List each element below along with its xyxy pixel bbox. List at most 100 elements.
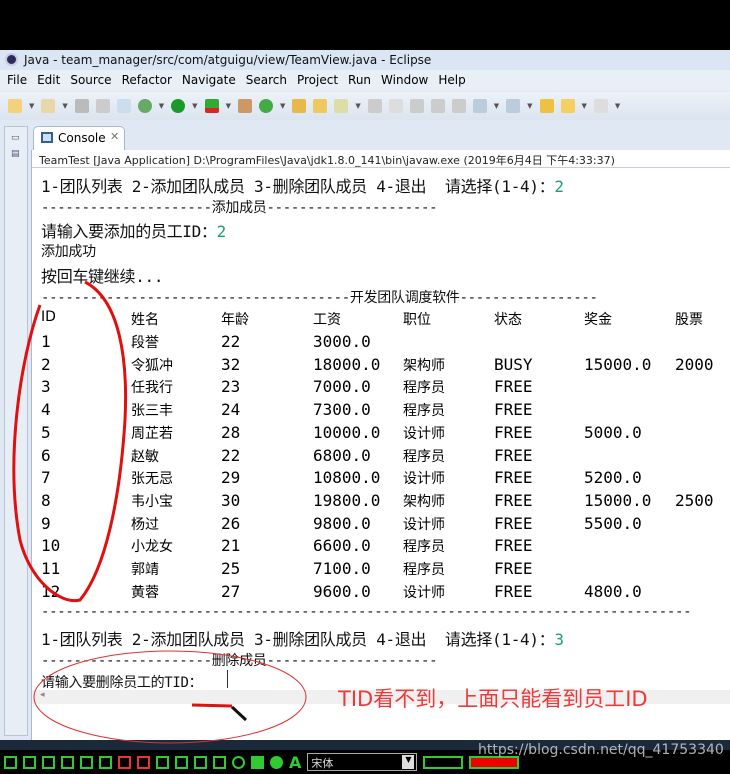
run-icon[interactable] xyxy=(171,99,186,113)
dropdown-icon[interactable]: ▼ xyxy=(615,102,620,110)
cell-bonus: 15000.0 xyxy=(584,490,652,510)
text-tool-icon[interactable]: A xyxy=(289,753,301,772)
cell-name: 小龙女 xyxy=(131,539,173,556)
menu-edit[interactable]: Edit xyxy=(37,73,60,91)
menu-run[interactable]: Run xyxy=(348,73,371,91)
save-all-icon[interactable] xyxy=(95,99,110,113)
menu-refactor[interactable]: Refactor xyxy=(122,73,172,91)
delete-divider: ---------------------删除成员---------------… xyxy=(41,653,438,669)
new-class-icon[interactable] xyxy=(237,99,252,113)
last-edit-icon[interactable] xyxy=(539,99,554,113)
menu-source[interactable]: Source xyxy=(70,73,111,91)
cell-status: FREE xyxy=(494,490,533,510)
whiteboard-icon[interactable] xyxy=(23,755,36,769)
open-type-icon[interactable] xyxy=(292,99,307,113)
menu-navigate[interactable]: Navigate xyxy=(182,73,236,91)
cell-position: 程序员 xyxy=(403,380,445,397)
menu-prompt-line-2: 1-团队列表 2-添加团队成员 3-删除团队成员 4-退出 请选择(1-4)：3 xyxy=(41,626,564,650)
dropdown-icon[interactable]: ▼ xyxy=(62,102,67,110)
dropdown-icon[interactable]: ▼ xyxy=(29,102,34,110)
add-divider: ---------------------添加成员---------------… xyxy=(41,200,438,216)
menu-project[interactable]: Project xyxy=(297,73,338,91)
pen-icon[interactable] xyxy=(137,755,150,769)
col-name: 姓名 xyxy=(131,312,159,328)
new-package-icon[interactable] xyxy=(41,99,56,113)
tab-label: Console xyxy=(58,131,106,145)
menu-help[interactable]: Help xyxy=(438,73,465,91)
close-icon[interactable] xyxy=(61,755,74,769)
skip-breakpoints-icon[interactable] xyxy=(116,99,131,113)
dropdown-icon[interactable]: ▼ xyxy=(226,102,231,110)
dropdown-icon[interactable]: ▼ xyxy=(582,102,587,110)
dropdown-icon[interactable]: ▼ xyxy=(527,102,532,110)
cell-age: 25 xyxy=(221,559,241,578)
cell-name: 段誉 xyxy=(131,335,159,351)
console-output[interactable]: TeamTest [Java Application] D:\ProgramFi… xyxy=(31,150,730,740)
toggle-icon[interactable] xyxy=(409,99,424,113)
rectangle-icon[interactable] xyxy=(213,755,226,769)
forward-icon[interactable] xyxy=(593,99,608,113)
restore-icon[interactable]: ▭ xyxy=(11,133,27,143)
fill-icon[interactable] xyxy=(156,755,169,769)
eclipse-logo-icon xyxy=(5,53,18,66)
dropdown-icon[interactable]: ▼ xyxy=(280,102,285,110)
save-icon[interactable] xyxy=(74,99,89,113)
dropdown-icon[interactable]: ▼ xyxy=(192,102,197,110)
menu-bar: File Edit Source Refactor Navigate Searc… xyxy=(0,70,730,91)
save-icon[interactable] xyxy=(80,755,93,769)
debug-icon[interactable] xyxy=(137,99,152,113)
whitespace-icon[interactable] xyxy=(451,99,466,113)
cell-status: FREE xyxy=(494,445,533,465)
cell-salary: 9600.0 xyxy=(313,581,371,601)
col-age: 年龄 xyxy=(221,312,249,328)
line-icon[interactable] xyxy=(175,755,188,769)
cell-name: 郭靖 xyxy=(131,562,159,578)
new-java-class-icon[interactable] xyxy=(258,99,273,113)
cell-id: 8 xyxy=(41,490,51,510)
menu-window[interactable]: Window xyxy=(381,73,428,91)
arrow-icon[interactable] xyxy=(194,755,207,769)
table-row: 8 韦小宝 30 19800.0 架构师 FREE 15000.0 2500 xyxy=(41,491,730,513)
font-select[interactable]: 宋体 ▼ xyxy=(307,753,418,771)
ellipse-icon[interactable] xyxy=(232,755,245,769)
cell-status: FREE xyxy=(494,513,533,533)
exit-icon[interactable] xyxy=(4,755,17,769)
eclipse-window: Java - team_manager/src/com/atguigu/view… xyxy=(0,50,730,740)
dropdown-icon[interactable]: ▼ xyxy=(494,102,499,110)
open-folder-icon[interactable] xyxy=(313,99,328,113)
up-arrow-icon[interactable] xyxy=(42,755,55,769)
menu-search[interactable]: Search xyxy=(246,73,287,91)
table-row: 5 周芷若 28 10000.0 设计师 FREE 5000.0 xyxy=(41,423,730,445)
dropdown-icon[interactable]: ▼ xyxy=(159,102,164,110)
filled-ellipse-icon[interactable] xyxy=(270,755,283,769)
table-row: 10 小龙女 21 6600.0 程序员 FREE xyxy=(41,536,730,558)
pin-icon[interactable] xyxy=(367,99,382,113)
table-row: 7 张无忌 29 10800.0 设计师 FREE 5200.0 xyxy=(41,468,730,490)
eraser-icon[interactable] xyxy=(118,755,131,769)
mark-icon[interactable] xyxy=(388,99,403,113)
filled-rectangle-icon[interactable] xyxy=(251,755,264,769)
cell-id: 10 xyxy=(41,536,61,556)
prev-annotation-icon[interactable] xyxy=(506,99,521,113)
pen-icon[interactable] xyxy=(334,99,349,113)
line-width-select[interactable] xyxy=(423,755,464,769)
block-icon[interactable] xyxy=(430,99,445,113)
table-row: 3 任我行 23 7000.0 程序员 FREE xyxy=(41,377,730,399)
open-icon[interactable] xyxy=(99,755,112,769)
cell-salary: 7100.0 xyxy=(313,559,371,578)
next-annotation-icon[interactable] xyxy=(472,99,487,113)
external-tools-icon[interactable] xyxy=(204,99,219,113)
package-explorer-icon[interactable]: ▤ xyxy=(11,149,27,159)
cell-bonus: 15000.0 xyxy=(584,354,652,374)
cell-id: 7 xyxy=(41,468,51,488)
back-icon[interactable] xyxy=(560,99,575,113)
close-icon[interactable]: ✕ xyxy=(110,130,119,143)
menu-file[interactable]: File xyxy=(7,73,27,91)
new-icon[interactable] xyxy=(8,99,22,113)
cell-age: 26 xyxy=(221,513,241,533)
cell-id: 5 xyxy=(41,422,51,442)
user-input: 2 xyxy=(554,177,564,196)
dropdown-icon[interactable]: ▼ xyxy=(355,102,360,110)
end-divider: ----------------------------------------… xyxy=(41,604,692,620)
tab-console[interactable]: Console ✕ xyxy=(33,126,125,150)
